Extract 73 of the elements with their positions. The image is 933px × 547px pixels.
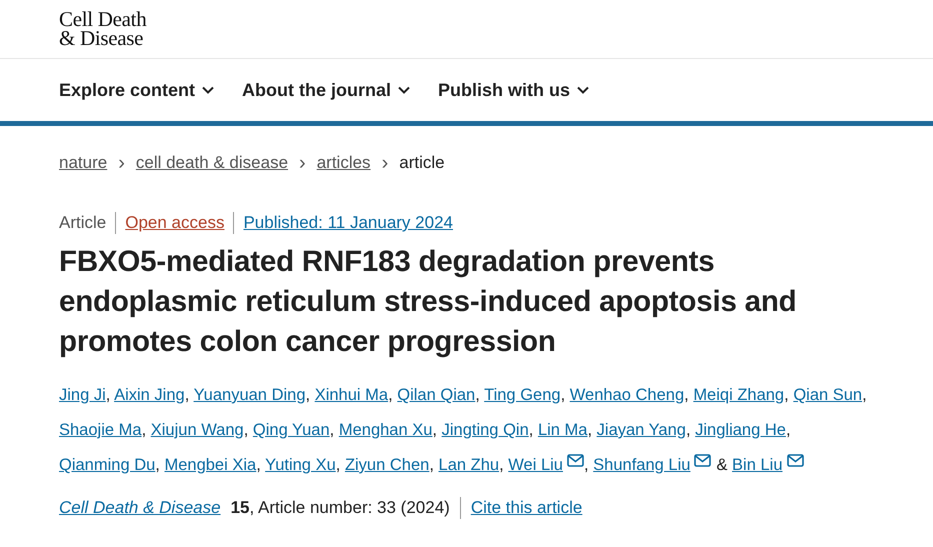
author-separator: , [155,456,160,474]
author-link[interactable]: Qianming Du [59,456,156,474]
breadcrumb-separator: › [118,152,125,174]
author-link[interactable]: Jingting Qin [442,421,529,439]
author-separator: , [432,421,438,439]
author-separator: , [684,386,689,404]
envelope-icon[interactable] [694,454,712,467]
author-link[interactable]: Menghan Xu [338,421,432,439]
author-separator: , [336,456,340,474]
author-link[interactable]: Jiayan Yang [596,421,686,439]
author-link[interactable]: Shaojie Ma [59,421,142,439]
author-separator: , [786,421,791,439]
author-separator: , [388,386,393,404]
author-separator: & [716,456,728,474]
author-link[interactable]: Xiujun Wang [150,421,244,439]
citation-details: 15, Article number: 33 (2024) [230,498,450,518]
journal-link[interactable]: Cell Death & Disease [59,498,221,518]
article-type: Article [59,213,106,233]
author-separator: , [475,386,480,404]
author-separator: , [244,421,248,439]
breadcrumb-separator: › [382,152,388,174]
author-link[interactable]: Qian Sun [793,386,862,404]
author-link[interactable]: Yuting Xu [265,456,336,474]
author-separator: , [784,386,789,404]
nav-menu-button[interactable]: Explore content [59,80,214,100]
nav-menu-button[interactable]: About the journal [242,80,410,100]
nav-menu-button[interactable]: Publish with us [438,80,590,100]
article-title: FBXO5-mediated RNF183 degradation prevents endoplasmic reticulum stress-induced apoptosis and promotes colon cancer progression [59,244,798,360]
author-link[interactable]: Qilan Qian [397,386,476,404]
author-link[interactable]: Qing Yuan [252,421,330,439]
author-separator: , [142,421,146,439]
author-separator: , [584,456,589,474]
author-separator: , [560,386,566,404]
author-separator: , [306,386,310,404]
author-link[interactable]: Wenhao Cheng [570,386,684,404]
author-separator: , [330,421,334,439]
chevron-down-icon [398,86,410,94]
author-link[interactable]: Mengbei Xia [164,456,256,474]
author-separator: , [106,386,110,404]
author-link[interactable]: Ting Geng [484,386,561,404]
author-separator: , [862,386,867,404]
author-link[interactable]: Aixin Jing [114,386,185,404]
author-link[interactable]: Lin Ma [538,421,588,439]
breadcrumb-link[interactable]: cell death & disease [136,153,288,173]
author-separator: , [499,456,504,474]
author-separator: , [686,421,691,439]
envelope-icon[interactable] [566,454,584,467]
chevron-down-icon [202,86,214,94]
author-separator: , [184,386,190,404]
author-link[interactable]: Bin Liu [732,456,804,474]
author-separator: , [528,421,534,439]
chevron-down-icon [577,86,590,94]
author-link[interactable]: Shunfang Liu [593,456,712,474]
breadcrumb-link[interactable]: articles [316,153,371,173]
cite-article-link[interactable]: Cite this article [470,498,582,518]
author-link[interactable]: Yuanyuan Ding [194,386,306,404]
author-link[interactable]: Xinhui Ma [314,386,388,404]
author-link[interactable]: Meiqi Zhang [693,386,784,404]
breadcrumb-link[interactable]: nature [59,153,108,173]
envelope-icon[interactable] [786,454,804,467]
author-link[interactable]: Jingliang He [695,421,786,439]
author-separator: , [587,421,592,439]
author-link[interactable]: Wei Liu [508,456,584,474]
author-separator: , [256,456,261,474]
open-access-link[interactable]: Open access [125,213,224,233]
breadcrumb-current: article [399,153,445,173]
published-date-link[interactable]: Published: 11 January 2024 [243,213,453,233]
author-separator: , [429,456,434,474]
journal-logo[interactable]: Cell Death & Disease [59,10,146,48]
breadcrumb-separator: › [299,152,306,174]
author-link[interactable]: Jing Ji [59,386,106,404]
author-link[interactable]: Lan Zhu [438,456,500,474]
author-link[interactable]: Ziyun Chen [344,456,430,474]
